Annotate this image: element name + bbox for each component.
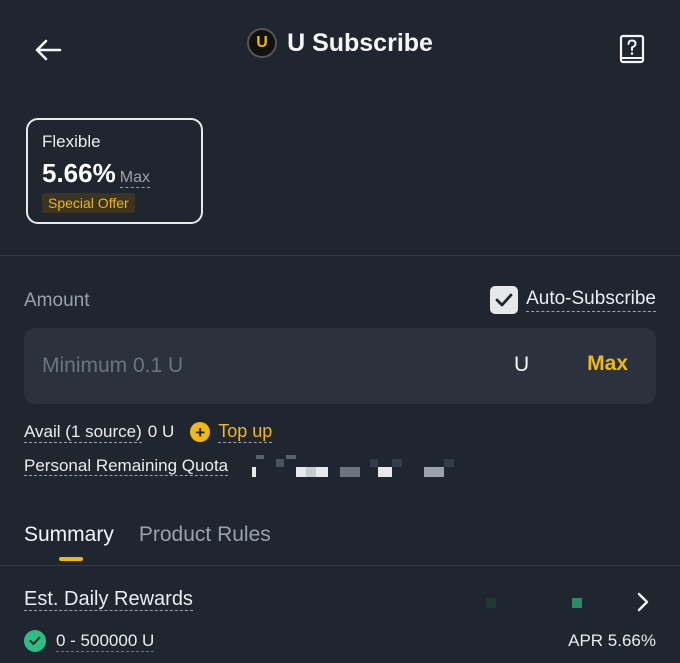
redacted-quota-value (252, 455, 454, 477)
est-daily-rewards-label: Est. Daily Rewards (24, 588, 193, 611)
amount-unit: U (514, 353, 530, 376)
top-up-button[interactable]: + Top up (190, 421, 273, 443)
plus-circle-icon: + (190, 422, 211, 442)
active-tab-indicator (59, 557, 83, 561)
redacted-reward-value (486, 598, 582, 608)
title-group: U U Subscribe (0, 28, 680, 58)
tab-product-rules[interactable]: Product Rules (139, 523, 271, 561)
est-daily-rewards-row[interactable]: Est. Daily Rewards (24, 588, 656, 616)
tab-product-rules-label: Product Rules (138, 523, 271, 546)
avail-row: Avail (1 source) 0 U + Top up (24, 421, 273, 443)
tier-range: 0 - 500000 U (56, 630, 155, 652)
header: U U Subscribe (0, 0, 680, 100)
special-offer-badge: Special Offer (42, 193, 135, 213)
amount-input-box: U Max (24, 328, 656, 404)
tab-summary-label: Summary (24, 523, 114, 546)
quota-row: Personal Remaining Quota (24, 456, 229, 476)
coin-logo-icon: U (247, 28, 278, 58)
offer-rate-row: 5.66% Max (42, 158, 187, 189)
offer-rate: 5.66% (42, 158, 116, 188)
chevron-right-icon (637, 592, 649, 612)
tabs-divider (0, 565, 680, 566)
apr-tier-row: 0 - 500000 U APR 5.66% (24, 630, 656, 652)
flexible-offer-card[interactable]: Flexible 5.66% Max Special Offer (26, 118, 203, 224)
checkmark-icon (495, 293, 513, 307)
auto-subscribe-checkbox[interactable] (490, 286, 519, 314)
book-question-icon (619, 34, 645, 64)
offer-type-label: Flexible (42, 132, 101, 151)
auto-subscribe-toggle[interactable]: Auto-Subscribe (490, 286, 656, 314)
offer-rate-suffix: Max (119, 169, 150, 188)
page-title: U Subscribe (287, 28, 433, 57)
tab-summary[interactable]: Summary (24, 523, 114, 561)
amount-input[interactable] (42, 346, 462, 386)
avail-label[interactable]: Avail (1 source) (24, 422, 142, 443)
guide-button[interactable] (618, 34, 646, 66)
amount-label: Amount (24, 290, 90, 311)
tab-bar: Summary Product Rules (24, 523, 271, 561)
section-divider (0, 255, 680, 256)
check-circle-icon (24, 630, 46, 652)
max-button[interactable]: Max (587, 352, 628, 376)
tier-apr: APR 5.66% (568, 631, 656, 650)
top-up-label: Top up (218, 421, 273, 443)
coin-letter: U (256, 34, 268, 51)
quota-label[interactable]: Personal Remaining Quota (24, 456, 229, 476)
auto-subscribe-label: Auto-Subscribe (526, 288, 656, 312)
avail-value: 0 U (147, 422, 175, 441)
